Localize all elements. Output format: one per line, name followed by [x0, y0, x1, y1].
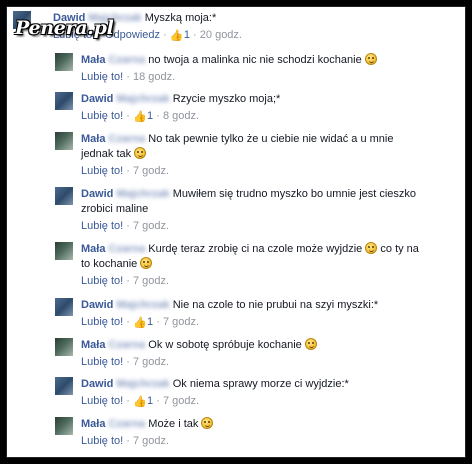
- like-button[interactable]: Lubię to!: [81, 165, 123, 177]
- comment-meta: Lubię to! · 7 godz.: [81, 220, 170, 232]
- like-button[interactable]: Lubię to!: [81, 316, 123, 328]
- like-button[interactable]: Lubię to!: [81, 110, 123, 122]
- avatar[interactable]: [55, 377, 73, 395]
- comment-text: Rzycie myszko moja;*: [172, 93, 281, 105]
- thumbs-up-icon: 👍: [132, 111, 147, 123]
- comment-body: Mała Czarna Może i tak Lubię to! · 7 god…: [81, 417, 421, 448]
- comment-text: Może i tak: [148, 418, 199, 430]
- like-button[interactable]: Lubię to!: [81, 71, 123, 83]
- watermark-logo: Penera.pl: [15, 17, 114, 39]
- timestamp[interactable]: 7 godz.: [133, 435, 169, 447]
- timestamp[interactable]: 7 godz.: [133, 220, 169, 232]
- comment-body: Mała Czarna Ok w sobotę spróbuje kochani…: [81, 338, 421, 369]
- author-name[interactable]: Mała Czarna: [81, 133, 145, 145]
- comment-body: Dawid Majchrzak Ok niema sprawy morze ci…: [81, 377, 421, 408]
- timestamp[interactable]: 8 godz.: [163, 110, 199, 122]
- like-button[interactable]: Lubię to!: [81, 395, 123, 407]
- like-button[interactable]: Lubię to!: [81, 435, 123, 447]
- timestamp[interactable]: 7 godz.: [133, 356, 169, 368]
- thumbs-up-icon: 👍: [132, 317, 147, 329]
- like-button[interactable]: Lubię to!: [81, 220, 123, 232]
- author-name[interactable]: Mała Czarna: [81, 54, 145, 66]
- comment-meta: Lubię to! · 7 godz.: [81, 435, 170, 447]
- avatar[interactable]: [55, 187, 73, 205]
- like-count[interactable]: 1: [184, 29, 190, 41]
- wink-emoji-icon: [201, 417, 214, 429]
- comment-text: no twoja a malinka nic nie schodzi kocha…: [148, 54, 362, 66]
- like-count[interactable]: 1: [147, 395, 153, 407]
- smile-emoji-icon: [140, 257, 153, 269]
- like-count[interactable]: 1: [147, 110, 153, 122]
- comment-meta: Lubię to! · 18 godz.: [81, 71, 176, 83]
- comment-meta: Lubię to! · 7 godz.: [81, 165, 170, 177]
- comment-body: Dawid Majchrzak Nie na czole to nie prub…: [81, 298, 421, 329]
- timestamp[interactable]: 7 godz.: [163, 395, 199, 407]
- avatar[interactable]: [55, 242, 73, 260]
- comment-text: Myszką moja:*: [144, 12, 217, 24]
- comment-meta: Lubię to! · 👍 1 · 8 godz.: [81, 110, 200, 123]
- timestamp[interactable]: 7 godz.: [133, 275, 169, 287]
- smile-emoji-icon: [304, 338, 317, 350]
- smile-emoji-icon: [134, 147, 147, 159]
- comment-meta: Lubię to! · 7 godz.: [81, 356, 170, 368]
- comment-text: Nie na czole to nie prubui na szyi myszk…: [172, 299, 379, 311]
- avatar[interactable]: [55, 298, 73, 316]
- comment-text: Ok w sobotę spróbuje kochanie: [148, 339, 302, 351]
- author-name[interactable]: Mała Czarna: [81, 243, 145, 255]
- like-button[interactable]: Lubię to!: [81, 356, 123, 368]
- author-name[interactable]: Mała Czarna: [81, 418, 145, 430]
- avatar[interactable]: [55, 338, 73, 356]
- comment-meta: Lubię to! · 👍 1 · 7 godz.: [81, 316, 200, 329]
- like-button[interactable]: Lubię to!: [81, 275, 123, 287]
- avatar[interactable]: [55, 417, 73, 435]
- comment-body: Dawid Majchrzak Rzycie myszko moja;* Lub…: [81, 92, 421, 123]
- comment-body: Mała Czarna Kurdę teraz zrobię ci na czo…: [81, 242, 421, 288]
- comment-body: Dawid Majchrzak Muwiłem się trudno myszk…: [81, 187, 421, 233]
- smile-emoji-icon: [364, 53, 377, 65]
- like-count[interactable]: 1: [147, 316, 153, 328]
- timestamp[interactable]: 7 godz.: [163, 316, 199, 328]
- thumbs-up-icon: 👍: [132, 396, 147, 408]
- author-name[interactable]: Dawid Majchrzak: [81, 93, 170, 105]
- comment-body: Mała Czarna no twoja a malinka nic nie s…: [81, 53, 421, 84]
- timestamp[interactable]: 20 godz.: [200, 29, 242, 41]
- comment-text: Kurdę teraz zrobię ci na czole może wyjd…: [148, 243, 363, 255]
- comment-thread: Penera.pl Dawid Majchrzak Myszką moja:* …: [6, 6, 466, 458]
- comment-meta: Lubię to! · 7 godz.: [81, 275, 170, 287]
- author-name[interactable]: Dawid Majchrzak: [81, 299, 170, 311]
- avatar[interactable]: [55, 92, 73, 110]
- grin-emoji-icon: [365, 242, 378, 254]
- author-name[interactable]: Dawid Majchrzak: [81, 378, 170, 390]
- comment-text: Ok niema sprawy morze ci wyjdzie:*: [172, 378, 349, 390]
- avatar[interactable]: [55, 53, 73, 71]
- author-name[interactable]: Mała Czarna: [81, 339, 145, 351]
- author-name[interactable]: Dawid Majchrzak: [81, 188, 170, 200]
- avatar[interactable]: [55, 132, 73, 150]
- timestamp[interactable]: 7 godz.: [133, 165, 169, 177]
- comment-body: Mała Czarna No tak pewnie tylko że u cie…: [81, 132, 421, 178]
- timestamp[interactable]: 18 godz.: [133, 71, 175, 83]
- comment-meta: Lubię to! · 👍 1 · 7 godz.: [81, 395, 200, 408]
- thumbs-up-icon: 👍: [169, 30, 184, 42]
